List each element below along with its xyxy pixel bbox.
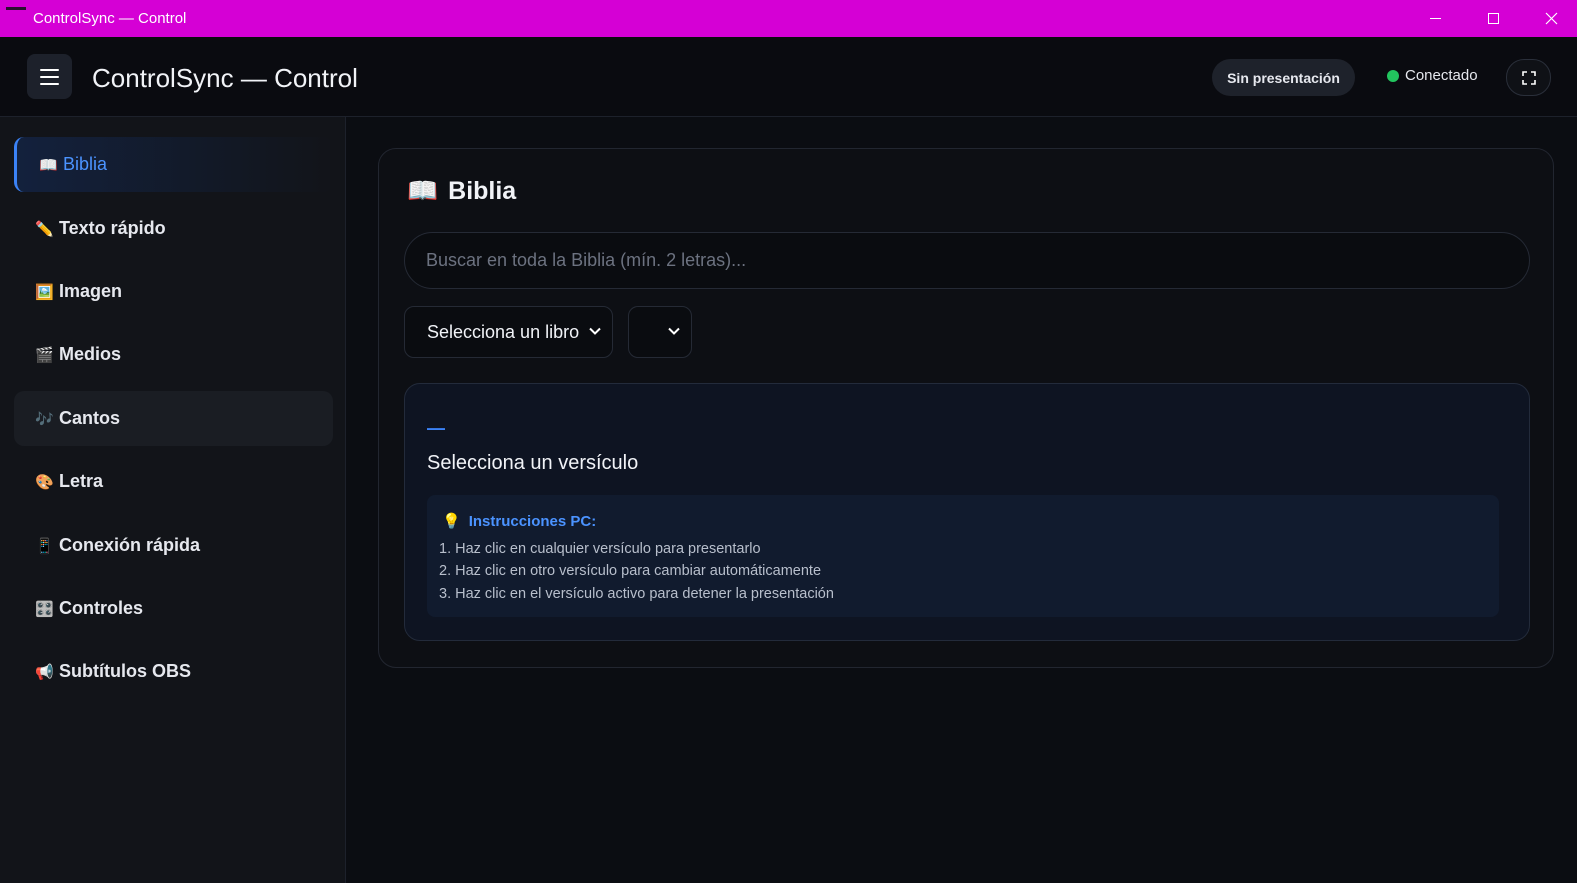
fullscreen-button[interactable]	[1506, 59, 1551, 96]
sidebar-item-conexion-rapida[interactable]: 📱 Conexión rápida	[14, 518, 333, 573]
sidebar-item-imagen[interactable]: 🖼️ Imagen	[14, 264, 333, 319]
book-select-value: Selecciona un libro	[427, 321, 580, 342]
sidebar: 📖 Biblia ✏️ Texto rápido 🖼️ Imagen 🎬 Med…	[0, 117, 346, 883]
bible-search-input[interactable]	[404, 232, 1530, 289]
sidebar-item-label: Subtítulos OBS	[59, 661, 191, 681]
sidebar-item-medios[interactable]: 🎬 Medios	[14, 327, 333, 382]
maximize-icon	[1487, 13, 1499, 24]
hamburger-icon	[40, 68, 59, 71]
hamburger-icon-line	[40, 82, 59, 85]
sidebar-item-label: Imagen	[59, 281, 123, 301]
bible-panel: 📖 Biblia Selecciona un libro — Seleccion…	[378, 148, 1554, 668]
panel-title-text: Biblia	[448, 177, 517, 205]
instructions-title: Instrucciones PC:	[468, 512, 597, 530]
presentation-status-badge: Sin presentación	[1212, 59, 1355, 96]
sidebar-item-label: Biblia	[63, 154, 108, 174]
music-notes-icon: 🎶	[35, 410, 54, 428]
phone-icon: 📱	[35, 537, 54, 555]
app-icon	[6, 7, 26, 10]
close-button[interactable]	[1522, 0, 1577, 37]
instruction-line: 1. Haz clic en cualquier versículo para …	[439, 541, 761, 557]
window-title: ControlSync — Control	[33, 10, 187, 27]
chapter-select[interactable]	[628, 306, 692, 358]
instructions-heading: 💡 Instrucciones PC:	[442, 512, 597, 531]
clapper-icon: 🎬	[35, 346, 54, 364]
verse-reference: —	[427, 418, 445, 438]
picture-icon: 🖼️	[35, 283, 54, 301]
verse-text: Selecciona un versículo	[427, 452, 639, 474]
megaphone-icon: 📢	[35, 663, 54, 681]
sidebar-item-subtitulos-obs[interactable]: 📢 Subtítulos OBS	[14, 644, 333, 699]
sidebar-item-label: Medios	[59, 344, 122, 364]
sidebar-item-biblia[interactable]: 📖 Biblia	[14, 137, 333, 192]
sidebar-item-label: Texto rápido	[59, 218, 166, 238]
page-title: ControlSync — Control	[92, 63, 358, 93]
minimize-button[interactable]	[1406, 0, 1464, 37]
chevron-down-icon	[668, 327, 680, 335]
sidebar-item-texto-rapido[interactable]: ✏️ Texto rápido	[14, 201, 333, 256]
sidebar-item-label: Cantos	[59, 408, 121, 428]
instruction-line: 3. Haz clic en el versículo activo para …	[439, 586, 834, 602]
app-header: ControlSync — Control Sin presentación C…	[0, 37, 1577, 117]
window-titlebar: ControlSync — Control	[0, 0, 1577, 37]
palette-icon: 🎨	[35, 473, 54, 491]
sidebar-item-letra[interactable]: 🎨 Letra	[14, 454, 333, 509]
book-select[interactable]: Selecciona un libro	[404, 306, 613, 358]
open-book-icon: 📖	[407, 177, 439, 205]
chevron-down-icon	[589, 327, 601, 335]
menu-button[interactable]	[27, 54, 72, 99]
maximize-button[interactable]	[1464, 0, 1522, 37]
fullscreen-icon	[1521, 70, 1536, 85]
connection-status-label: Conectado	[1405, 67, 1478, 84]
lightbulb-icon: 💡	[442, 513, 461, 530]
hamburger-icon-line	[40, 75, 59, 78]
instructions-box: 💡 Instrucciones PC: 1. Haz clic en cualq…	[427, 495, 1499, 617]
panel-title: 📖 Biblia	[407, 177, 516, 206]
sidebar-item-controles[interactable]: 🎛️ Controles	[14, 581, 333, 636]
instruction-line: 2. Haz clic en otro versículo para cambi…	[439, 563, 822, 579]
verse-display: — Selecciona un versículo 💡 Instruccione…	[404, 383, 1530, 641]
status-dot-icon	[1387, 69, 1399, 82]
control-knobs-icon: 🎛️	[35, 600, 54, 618]
sidebar-item-label: Conexión rápida	[59, 535, 201, 555]
close-icon	[1545, 12, 1557, 25]
connection-status: Conectado	[1387, 67, 1478, 84]
open-book-icon: 📖	[39, 156, 58, 174]
sidebar-item-label: Letra	[59, 471, 104, 491]
sidebar-item-label: Controles	[59, 598, 144, 618]
minimize-icon	[1429, 18, 1441, 19]
pencil-icon: ✏️	[35, 220, 54, 238]
sidebar-item-cantos[interactable]: 🎶 Cantos	[14, 391, 333, 446]
